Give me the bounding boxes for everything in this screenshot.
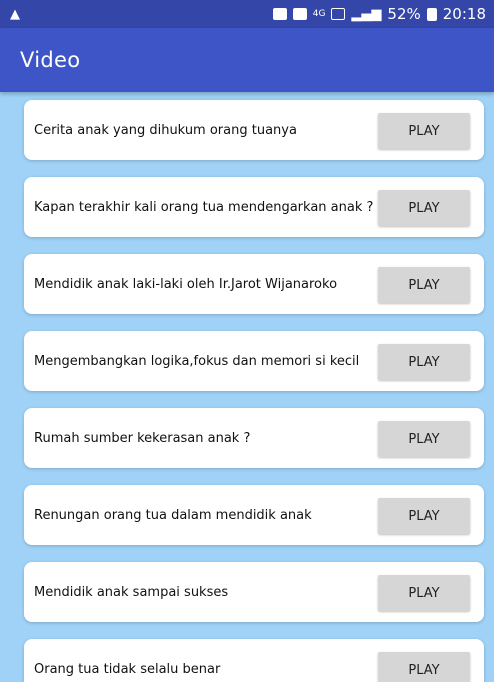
- video-item: Renungan orang tua dalam mendidik anak P…: [24, 485, 484, 545]
- video-item: Mengembangkan logika,fokus dan memori si…: [24, 331, 484, 391]
- video-item: Orang tua tidak selalu benar PLAY: [24, 639, 484, 682]
- signal-icon: ▂▄▆: [351, 6, 382, 22]
- sim-icon: [292, 8, 307, 20]
- network-type: 4G: [312, 8, 326, 19]
- clock: 20:18: [442, 5, 486, 23]
- video-list[interactable]: Cerita anak yang dihukum orang tuanya PL…: [0, 92, 494, 682]
- video-title: Orang tua tidak selalu benar: [34, 661, 221, 677]
- video-title: Mengembangkan logika,fokus dan memori si…: [34, 353, 360, 369]
- status-icons: 4G ▂▄▆ 52% 20:18: [272, 5, 486, 23]
- video-item: Mendidik anak laki-laki oleh Ir.Jarot Wi…: [24, 254, 484, 314]
- battery-percent: 52%: [387, 5, 421, 23]
- video-item: Cerita anak yang dihukum orang tuanya PL…: [24, 100, 484, 160]
- video-item: Rumah sumber kekerasan anak ? PLAY: [24, 408, 484, 468]
- video-title: Mendidik anak laki-laki oleh Ir.Jarot Wi…: [34, 276, 338, 292]
- signal-box-icon: [331, 8, 346, 20]
- video-title: Kapan terakhir kali orang tua mendengark…: [34, 199, 374, 215]
- play-button[interactable]: PLAY: [378, 113, 470, 149]
- app-bar: Video: [0, 28, 494, 92]
- play-button[interactable]: PLAY: [378, 190, 470, 226]
- video-title: Rumah sumber kekerasan anak ?: [34, 430, 251, 446]
- play-button[interactable]: PLAY: [378, 498, 470, 534]
- video-title: Renungan orang tua dalam mendidik anak: [34, 507, 312, 523]
- video-item: Mendidik anak sampai sukses PLAY: [24, 562, 484, 622]
- video-item: Kapan terakhir kali orang tua mendengark…: [24, 177, 484, 237]
- status-bar: ▲ 4G ▂▄▆ 52% 20:18: [0, 0, 494, 28]
- video-title: Mendidik anak sampai sukses: [34, 584, 229, 600]
- warning-icon: ▲: [10, 6, 20, 22]
- play-button[interactable]: PLAY: [378, 344, 470, 380]
- notification-icon: [272, 8, 287, 20]
- play-button[interactable]: PLAY: [378, 652, 470, 682]
- video-title: Cerita anak yang dihukum orang tuanya: [34, 122, 297, 138]
- battery-icon: [426, 7, 437, 21]
- play-button[interactable]: PLAY: [378, 267, 470, 303]
- play-button[interactable]: PLAY: [378, 575, 470, 611]
- play-button[interactable]: PLAY: [378, 421, 470, 457]
- page-title: Video: [20, 48, 81, 72]
